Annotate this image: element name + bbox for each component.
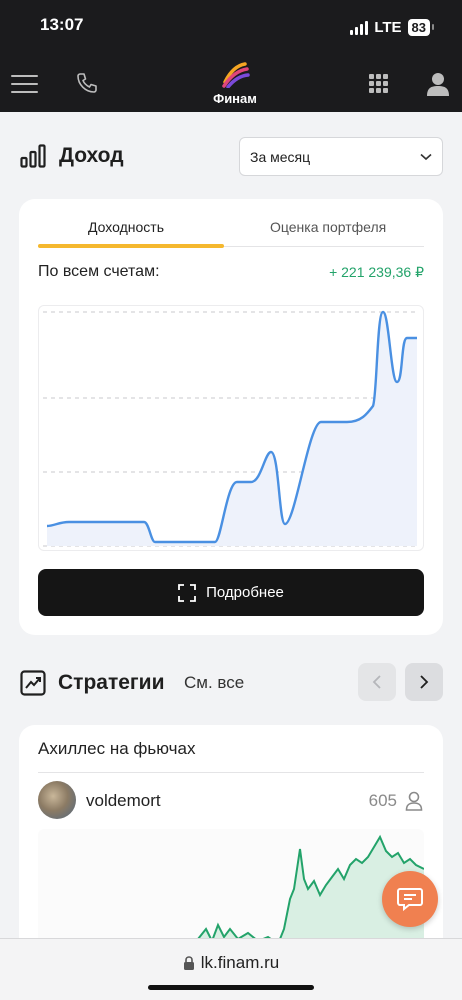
finam-logo-mark — [222, 62, 250, 89]
chat-button[interactable] — [382, 871, 438, 927]
browser-address-bar[interactable]: lk.finam.ru — [0, 938, 462, 1000]
bar-chart-icon — [20, 144, 46, 168]
active-tab-indicator — [38, 244, 224, 248]
income-header: Доход — [20, 144, 124, 168]
income-chart-svg — [43, 310, 419, 547]
prev-button[interactable] — [358, 663, 396, 701]
menu-icon[interactable] — [11, 75, 38, 93]
strategies-title: Стратегии — [58, 671, 165, 694]
chevron-left-icon — [372, 675, 381, 689]
person-icon — [405, 791, 423, 811]
logo-text: Финам — [213, 91, 257, 106]
total-value: + 221 239,36 ₽ — [329, 264, 424, 280]
income-title: Доход — [59, 144, 124, 167]
expand-icon — [178, 583, 196, 602]
next-button[interactable] — [405, 663, 443, 701]
strategies-header: Стратегии — [20, 670, 165, 696]
trend-chart-icon — [20, 670, 46, 696]
chevron-right-icon — [420, 675, 429, 689]
strategy-card[interactable]: Ахиллес на фьючах voldemort 605 — [19, 725, 443, 955]
lock-icon — [183, 955, 194, 970]
status-time: 13:07 — [40, 15, 84, 34]
income-area — [47, 312, 417, 546]
income-tabs: Доходность Оценка портфеля — [38, 219, 424, 248]
period-select[interactable]: За месяц — [239, 137, 443, 176]
period-value: За месяц — [250, 148, 311, 165]
see-all-link[interactable]: См. все — [184, 673, 244, 693]
tab-portfolio-valuation[interactable]: Оценка портфеля — [270, 219, 386, 235]
phone-icon[interactable] — [75, 71, 99, 95]
author-avatar — [38, 781, 76, 819]
income-card: Доходность Оценка портфеля По всем счета… — [19, 199, 443, 635]
apps-grid-icon[interactable] — [369, 74, 388, 93]
subscribers-value: 605 — [368, 791, 397, 810]
top-header: 13:07 LTE 83 Финам — [0, 0, 462, 112]
strategy-title: Ахиллес на фьючах — [38, 739, 196, 758]
user-icon[interactable] — [427, 72, 449, 96]
details-button-label: Подробнее — [206, 584, 284, 601]
home-indicator — [148, 985, 314, 990]
details-button[interactable]: Подробнее — [38, 569, 424, 616]
tab-profitability[interactable]: Доходность — [88, 219, 164, 235]
strategy-chart — [38, 829, 424, 944]
finam-logo[interactable]: Финам — [205, 62, 265, 106]
status-indicators: LTE 83 — [350, 19, 435, 36]
income-chart — [38, 305, 424, 551]
url-display[interactable]: lk.finam.ru — [0, 953, 462, 973]
chat-icon — [397, 888, 423, 911]
subscribers-count: 605 — [369, 791, 423, 811]
divider — [38, 772, 424, 773]
total-label: По всем счетам: — [38, 263, 160, 280]
author-name: voldemort — [86, 791, 161, 810]
strategy-chart-svg — [197, 834, 424, 944]
battery-icon: 83 — [407, 19, 435, 36]
signal-icon — [350, 20, 369, 35]
chevron-down-icon — [420, 153, 432, 160]
network-label: LTE — [374, 19, 402, 36]
url-text: lk.finam.ru — [200, 953, 280, 972]
